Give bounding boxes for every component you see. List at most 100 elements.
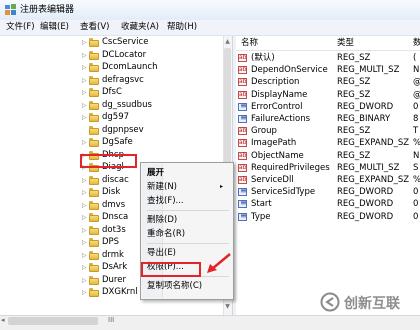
watermark-text: 创新互联 [344, 296, 400, 312]
tree-item-label: CscService [102, 37, 149, 47]
tree-item[interactable]: ▷ defragsvc [82, 75, 222, 86]
tree-item[interactable]: dgpnpsev [82, 125, 222, 136]
menu-file[interactable]: 文件(F) [6, 22, 35, 33]
value-row[interactable]: Group REG_SZ T [236, 125, 420, 137]
value-row[interactable]: RequiredPrivileges REG_MULTI_SZ S [236, 162, 420, 174]
tree-item-label: DgSafe [102, 137, 133, 147]
value-data: % [413, 137, 420, 149]
context-menu-item[interactable]: 展开 [147, 167, 227, 179]
expand-arrow-icon[interactable]: ▷ [82, 100, 87, 111]
scroll-up-icon[interactable]: ▲ [224, 38, 231, 46]
tree-item[interactable]: ▷ DCLocator [82, 50, 222, 61]
tree-item-label: DsArk [102, 262, 128, 272]
tree-item[interactable]: ▷ DgSafe [82, 137, 222, 148]
value-name: ObjectName [251, 150, 304, 161]
value-list[interactable]: 名称 类型 数 (默认) REG_SZ (DependOnService REG_MU… [236, 36, 420, 321]
expand-arrow-icon[interactable]: ▷ [82, 175, 87, 186]
expand-arrow-icon[interactable]: ▷ [82, 287, 87, 298]
expand-arrow-icon[interactable]: ▷ [82, 225, 87, 236]
string-value-icon [238, 138, 247, 148]
window-title: 注册表编辑器 [20, 5, 75, 15]
context-menu-item[interactable]: 复制项名称(C) [147, 280, 227, 292]
value-row[interactable]: ErrorControl REG_DWORD 0 [236, 101, 420, 113]
tree-item-label: dmvs [102, 199, 126, 210]
value-data: N [413, 65, 420, 76]
folder-icon [89, 275, 99, 285]
context-menu-item[interactable]: 重命名(R) [147, 228, 227, 240]
expand-arrow-icon[interactable]: ▷ [82, 62, 87, 73]
value-type: REG_SZ [337, 53, 371, 63]
scroll-left-icon[interactable]: ◂ [1, 316, 5, 324]
value-data: N [413, 150, 420, 161]
tree-item[interactable]: ▷ CscService [82, 37, 222, 48]
tree-item[interactable]: ▷ dg_ssudbus [82, 100, 222, 111]
scroll-down-icon[interactable]: ▼ [224, 303, 231, 311]
value-row[interactable]: ObjectName REG_SZ N [236, 150, 420, 162]
value-data: @ [413, 76, 420, 88]
expand-arrow-icon[interactable]: ▷ [82, 187, 87, 198]
menu-edit[interactable]: 编辑(E) [40, 22, 69, 33]
expand-arrow-icon[interactable]: ▷ [82, 37, 87, 48]
tree-item-label: DCLocator [102, 49, 147, 60]
tree-item-label: drmk [102, 249, 124, 260]
folder-icon [89, 225, 99, 235]
value-row[interactable]: Start REG_DWORD 0 [236, 198, 420, 210]
string-value-icon [238, 90, 247, 99]
folder-icon [89, 288, 99, 297]
value-data: @ [413, 89, 420, 101]
expand-arrow-icon[interactable]: ▷ [82, 237, 87, 248]
expand-arrow-icon[interactable]: ▷ [82, 275, 87, 286]
context-menu-item-label: 导出(E) [147, 248, 177, 258]
folder-icon [89, 263, 99, 272]
value-name: (默认) [251, 53, 275, 63]
value-name: ServiceSidType [251, 187, 316, 198]
string-value-icon [238, 77, 247, 87]
tree-item-label: dot3s [102, 224, 126, 235]
folder-icon [89, 188, 99, 197]
menu-help[interactable]: 帮助(H) [167, 22, 197, 33]
column-header-type[interactable]: 类型 [337, 38, 354, 49]
string-value-icon [238, 126, 247, 136]
expand-arrow-icon[interactable]: ▷ [82, 137, 87, 148]
value-row[interactable]: ServiceSidType REG_DWORD 0 [236, 186, 420, 198]
tree-item-label: DcomLaunch [102, 62, 158, 72]
expand-arrow-icon[interactable]: ▷ [82, 50, 87, 61]
expand-arrow-icon[interactable]: ▷ [82, 112, 87, 123]
value-type: REG_DWORD [337, 187, 394, 198]
value-row[interactable]: DependOnService REG_MULTI_SZ N [236, 64, 420, 76]
context-menu-item[interactable]: 删除(D) [147, 214, 227, 226]
value-type: REG_SZ [337, 126, 371, 137]
context-menu-item[interactable]: 查找(F)... [147, 195, 227, 207]
tree-item[interactable]: ▷ dg597 [82, 112, 222, 123]
column-header-name[interactable]: 名称 [241, 38, 258, 49]
string-value-icon [238, 151, 247, 160]
folder-icon [89, 63, 99, 72]
expand-arrow-icon[interactable]: ▷ [82, 262, 87, 273]
expand-arrow-icon[interactable]: ▷ [82, 212, 87, 223]
column-header-data[interactable]: 数 [413, 38, 420, 49]
expand-arrow-icon[interactable]: ▷ [82, 87, 87, 98]
value-row[interactable]: Type REG_DWORD 0 [236, 211, 420, 223]
value-type: REG_MULTI_SZ [337, 162, 400, 173]
value-name: Group [251, 126, 277, 137]
context-menu-item[interactable]: 新建(N) ▸ [147, 181, 227, 193]
tree-item[interactable]: ▷ DcomLaunch [82, 62, 222, 73]
expand-arrow-icon[interactable]: ▷ [82, 75, 87, 86]
tree-item-label: DfsC [102, 87, 122, 97]
menu-favorites[interactable]: 收藏夹(A) [121, 22, 159, 33]
value-row[interactable]: ServiceDll REG_EXPAND_SZ% [236, 174, 420, 186]
context-menu-item-label: 重命名(R) [147, 229, 186, 239]
expand-arrow-icon[interactable]: ▷ [82, 250, 87, 261]
tree-item-label: Dnsca [102, 212, 129, 222]
menu-separator [147, 243, 229, 244]
value-row[interactable]: FailureActions REG_BINARY 8 [236, 113, 420, 125]
value-row[interactable]: Description REG_SZ @ [236, 76, 420, 88]
context-menu-item-label: 复制项名称(C) [147, 281, 203, 291]
value-row[interactable]: (默认) REG_SZ ( [236, 52, 420, 64]
value-row[interactable]: ImagePath REG_EXPAND_SZ% [236, 137, 420, 149]
value-row[interactable]: DisplayName REG_SZ @ [236, 89, 420, 101]
horizontal-scroll-thumb[interactable] [8, 317, 98, 325]
expand-arrow-icon[interactable]: ▷ [82, 200, 87, 211]
tree-item[interactable]: ▷ DfsC [82, 87, 222, 98]
menu-view[interactable]: 查看(V) [80, 22, 109, 33]
